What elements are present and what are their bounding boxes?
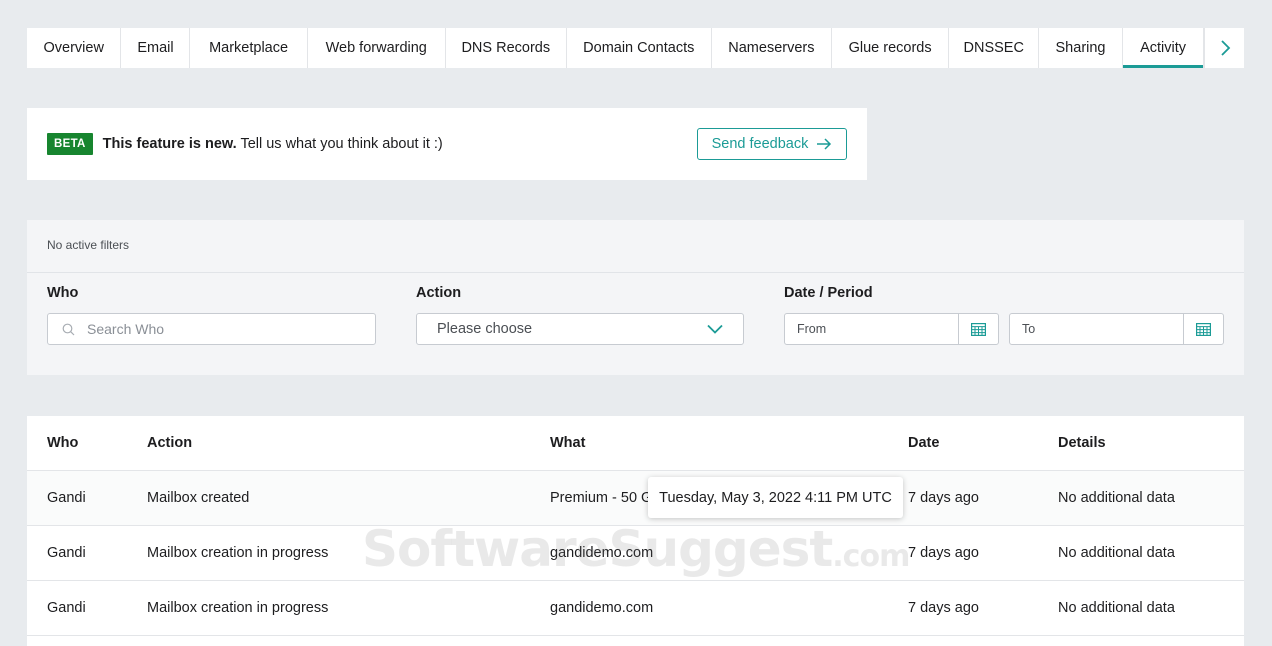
tab-overview[interactable]: Overview (27, 28, 122, 68)
column-header-details: Details (1058, 435, 1106, 451)
cell-who: Gandi (47, 545, 86, 561)
filter-status: No active filters (47, 238, 130, 252)
beta-message-bold: This feature is new. (102, 136, 237, 152)
filters-divider (27, 272, 1244, 273)
column-header-action: Action (147, 435, 193, 451)
date-from-field (784, 313, 999, 345)
who-search-input[interactable] (87, 321, 347, 337)
who-search-field[interactable] (47, 313, 376, 345)
cell-details: No additional data (1058, 545, 1175, 561)
table-row: Gandi Mailbox creation in progress gandi… (27, 526, 1244, 581)
beta-message: This feature is new. Tell us what you th… (103, 136, 443, 152)
beta-banner: BETA This feature is new. Tell us what y… (27, 108, 867, 180)
filters-panel: No active filters Who Action Please choo… (27, 220, 1244, 375)
date-from-input[interactable] (785, 314, 958, 344)
date-to-input[interactable] (1010, 314, 1183, 344)
date-to-calendar-button[interactable] (1183, 314, 1223, 344)
calendar-icon (971, 322, 986, 336)
search-icon (62, 323, 75, 335)
chevron-down-icon (707, 324, 723, 334)
activity-table: Who Action What Date Details Gandi Mailb… (27, 416, 1244, 646)
table-header-row: Who Action What Date Details (27, 416, 1244, 471)
column-header-what: What (550, 435, 586, 451)
cell-date[interactable]: 7 days ago (908, 471, 979, 525)
cell-who: Gandi (47, 600, 86, 616)
cell-date[interactable]: 7 days ago (908, 581, 979, 635)
tabs-scroll-right-button[interactable] (1204, 28, 1244, 68)
tab-email[interactable]: Email (121, 28, 191, 68)
cell-date[interactable]: 7 days ago (908, 526, 979, 580)
date-filter-label: Date / Period (784, 285, 873, 301)
beta-badge: BETA (47, 133, 93, 155)
action-filter-label: Action (416, 285, 462, 301)
table-row: Gandi Mailbox created Premium - 50 GB 7 … (27, 471, 1244, 526)
date-to-field (1009, 313, 1224, 345)
cell-what: Premium - 50 GB (550, 490, 662, 506)
beta-message-text: Tell us what you think about it :) (236, 136, 443, 152)
cell-details: No additional data (1058, 600, 1175, 616)
cell-details: No additional data (1058, 490, 1175, 506)
cell-action: Mailbox creation in progress (147, 600, 329, 616)
cell-action: Mailbox created (147, 490, 250, 506)
who-filter-label: Who (47, 285, 79, 301)
tab-dnssec[interactable]: DNSSEC (949, 28, 1040, 68)
tab-domain-contacts[interactable]: Domain Contacts (567, 28, 712, 68)
arrow-right-icon (817, 138, 832, 150)
tab-web-forwarding[interactable]: Web forwarding (308, 28, 446, 68)
column-header-date: Date (908, 435, 940, 451)
cell-what: gandidemo.com (550, 545, 654, 561)
send-feedback-button[interactable]: Send feedback (697, 128, 847, 160)
tab-sharing[interactable]: Sharing (1039, 28, 1123, 68)
action-select-value: Please choose (437, 321, 533, 337)
domain-tabs: Overview Email Marketplace Web forwardin… (27, 28, 1244, 68)
column-header-who: Who (47, 435, 79, 451)
tab-glue-records[interactable]: Glue records (832, 28, 950, 68)
calendar-icon (1196, 322, 1211, 336)
cell-who: Gandi (47, 490, 86, 506)
chevron-right-icon (1221, 40, 1230, 56)
table-row: Gandi Mailbox creation in progress gandi… (27, 581, 1244, 636)
tab-activity[interactable]: Activity (1122, 28, 1205, 68)
cell-action: Mailbox creation in progress (147, 545, 329, 561)
tab-nameservers[interactable]: Nameservers (712, 28, 832, 68)
date-from-calendar-button[interactable] (958, 314, 998, 344)
cell-what: gandidemo.com (550, 600, 654, 616)
tab-dns-records[interactable]: DNS Records (446, 28, 567, 68)
send-feedback-label: Send feedback (711, 136, 809, 152)
date-tooltip: Tuesday, May 3, 2022 4:11 PM UTC (648, 477, 903, 518)
tab-marketplace[interactable]: Marketplace (190, 28, 308, 68)
action-select[interactable]: Please choose (416, 313, 744, 345)
